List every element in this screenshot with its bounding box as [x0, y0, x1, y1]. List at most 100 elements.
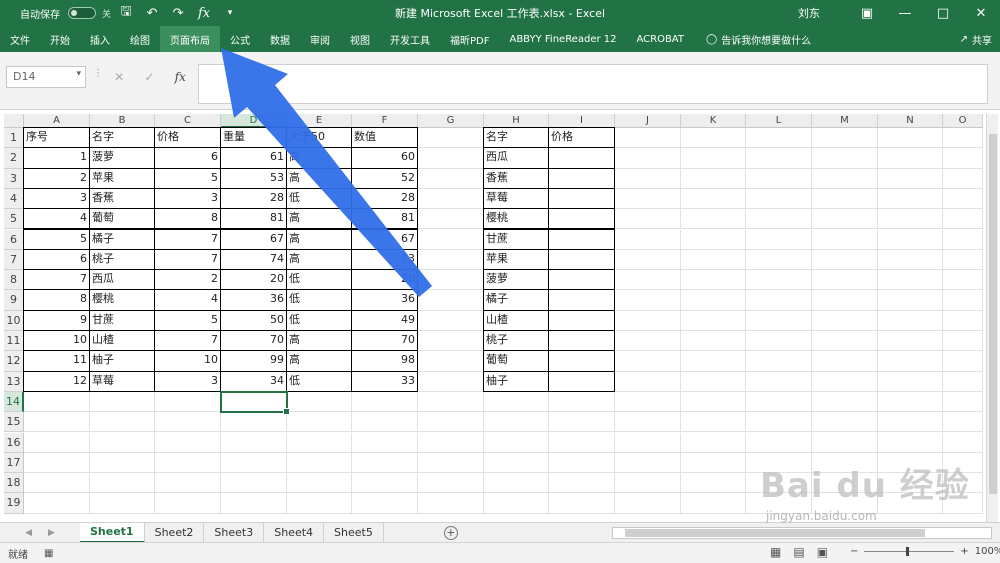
column-header-J[interactable]: J [615, 114, 681, 128]
table1-cell[interactable]: 樱桃 [89, 289, 155, 311]
grid-cell[interactable] [943, 249, 983, 271]
grid-cell[interactable] [155, 452, 221, 474]
ribbon-tab-3[interactable]: 绘图 [120, 26, 160, 52]
next-sheet-icon[interactable]: ▶ [48, 528, 55, 538]
grid-cell[interactable] [681, 290, 746, 311]
ribbon-tab-5[interactable]: 公式 [220, 26, 260, 52]
table1-cell[interactable]: 高 [286, 167, 352, 189]
grid-cell[interactable] [943, 188, 983, 210]
grid-cell[interactable] [221, 412, 287, 433]
grid-cell[interactable] [943, 331, 983, 352]
zoom-out-icon[interactable]: − [850, 546, 858, 557]
table1-cell[interactable]: 菠萝 [89, 147, 155, 169]
grid-cell[interactable] [24, 412, 90, 433]
ribbon-tab-12[interactable]: ACROBAT [626, 26, 694, 52]
grid-cell[interactable] [155, 412, 221, 433]
grid-cell[interactable] [943, 168, 983, 189]
add-sheet-icon[interactable]: + [443, 525, 458, 540]
table1-cell[interactable]: 4 [23, 208, 90, 230]
grid-cell[interactable] [615, 290, 681, 311]
table1-cell[interactable]: 10 [23, 330, 90, 352]
column-header-H[interactable]: H [484, 114, 549, 128]
formula-input[interactable] [198, 64, 988, 104]
table1-cell[interactable]: 12 [23, 370, 90, 392]
grid-cell[interactable] [221, 493, 287, 514]
function-icon[interactable]: fx [193, 3, 215, 23]
zoom-slider-knob[interactable] [906, 547, 910, 556]
grid-cell[interactable] [681, 249, 746, 271]
grid-cell[interactable] [615, 209, 681, 230]
grid-cell[interactable] [418, 290, 484, 311]
vertical-scrollbar[interactable] [986, 114, 998, 522]
grid-cell[interactable] [484, 391, 549, 413]
table1-cell[interactable]: 高 [286, 350, 352, 372]
grid-cell[interactable] [418, 432, 484, 453]
grid-cell[interactable] [615, 331, 681, 352]
grid-cell[interactable] [221, 452, 287, 474]
column-header-A[interactable]: A [24, 114, 90, 128]
grid-cell[interactable] [615, 452, 681, 474]
column-header-M[interactable]: M [812, 114, 878, 128]
grid-cell[interactable] [615, 270, 681, 291]
grid-cell[interactable] [746, 229, 812, 250]
maximize-icon[interactable]: □ [924, 0, 962, 26]
grid-cell[interactable] [287, 493, 352, 514]
table1-cell[interactable]: 桃子 [89, 248, 155, 271]
table2-cell[interactable]: 甘蔗 [483, 228, 549, 250]
row-header-8[interactable]: 8 [4, 270, 24, 291]
table1-cell[interactable]: 74 [220, 248, 287, 271]
grid-cell[interactable] [155, 473, 221, 494]
grid-cell[interactable] [221, 432, 287, 453]
grid-cell[interactable] [746, 371, 812, 392]
grid-cell[interactable] [418, 148, 484, 169]
table1-cell[interactable]: 7 [23, 269, 90, 291]
table1-cell[interactable]: 70 [220, 330, 287, 352]
table1-cell[interactable]: 2 [23, 167, 90, 189]
table1-cell[interactable]: 70 [351, 330, 418, 352]
table2-cell[interactable] [548, 350, 615, 372]
table1-cell[interactable]: 33 [351, 370, 418, 392]
ribbon-tab-6[interactable]: 数据 [260, 26, 300, 52]
grid-cell[interactable] [615, 391, 681, 413]
column-header-G[interactable]: G [418, 114, 484, 128]
grid-cell[interactable] [287, 452, 352, 474]
page-break-view-icon[interactable]: ▣ [817, 545, 828, 559]
row-header-11[interactable]: 11 [4, 331, 24, 352]
column-header-L[interactable]: L [746, 114, 812, 128]
grid-cell[interactable] [943, 412, 983, 433]
grid-cell[interactable] [878, 209, 943, 230]
ribbon-display-icon[interactable]: ▣ [848, 0, 886, 26]
table1-cell[interactable]: 1 [23, 147, 90, 169]
grid-cell[interactable] [615, 493, 681, 514]
grid-cell[interactable] [943, 229, 983, 250]
grid-cell[interactable] [878, 188, 943, 210]
grid-cell[interactable] [746, 412, 812, 433]
table2-cell[interactable]: 香蕉 [483, 167, 549, 189]
grid-cell[interactable] [746, 270, 812, 291]
column-header-I[interactable]: I [549, 114, 615, 128]
row-header-14[interactable]: 14 [4, 391, 24, 413]
table1-cell[interactable]: 高 [286, 228, 352, 250]
grid-cell[interactable] [418, 331, 484, 352]
grid-cell[interactable] [812, 351, 878, 372]
table1-cell[interactable]: 甘蔗 [89, 309, 155, 331]
grid-cell[interactable] [878, 351, 943, 372]
table2-cell[interactable]: 草莓 [483, 187, 549, 210]
sheet-tab-2[interactable]: Sheet2 [145, 522, 205, 543]
table1-cell[interactable]: 4 [154, 289, 221, 311]
grid-cell[interactable] [812, 168, 878, 189]
grid-cell[interactable] [549, 452, 615, 474]
grid-cell[interactable] [878, 168, 943, 189]
grid-cell[interactable] [681, 229, 746, 250]
column-header-E[interactable]: E [287, 114, 352, 128]
row-header-1[interactable]: 1 [4, 128, 24, 149]
column-header-C[interactable]: C [155, 114, 221, 128]
table1-cell[interactable]: 高 [286, 147, 352, 169]
table1-cell[interactable]: 20 [351, 269, 418, 291]
enter-icon[interactable]: ✓ [144, 70, 154, 84]
grid-cell[interactable] [24, 452, 90, 474]
table1-cell[interactable]: 81 [220, 208, 287, 230]
table1-cell[interactable]: 8 [23, 289, 90, 311]
grid-cell[interactable] [878, 128, 943, 149]
table2-cell[interactable]: 桃子 [483, 330, 549, 352]
